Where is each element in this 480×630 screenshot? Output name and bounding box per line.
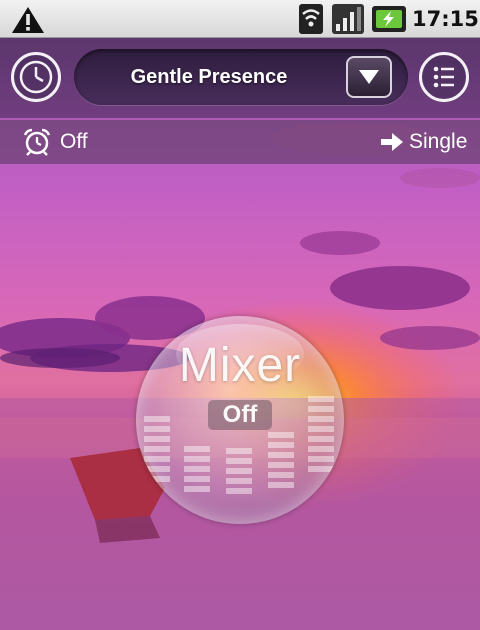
alarm-status-label: Off — [60, 130, 88, 153]
list-icon — [433, 66, 454, 88]
signal-icon — [332, 4, 364, 34]
preset-selector[interactable]: Gentle Presence — [74, 49, 408, 105]
play-mode-toggle[interactable]: Single — [374, 124, 474, 160]
header-bar: Gentle Presence — [0, 38, 480, 118]
triangle-down-icon — [359, 70, 379, 84]
mixer-button[interactable]: Mixer Off — [136, 316, 344, 524]
arrow-right-icon — [381, 133, 403, 151]
alarm-toggle[interactable]: Off — [18, 124, 118, 160]
preset-name: Gentle Presence — [130, 66, 288, 88]
mixer-title: Mixer — [178, 339, 302, 392]
status-bar: 17:15 — [0, 0, 480, 38]
battery-charging-icon — [372, 6, 406, 32]
wifi-icon — [299, 4, 323, 34]
sub-bar: Off Single — [0, 120, 480, 164]
status-time: 17:15 — [412, 7, 479, 31]
timer-button[interactable] — [11, 52, 61, 102]
mixer-status-badge: Off — [208, 400, 272, 430]
alarm-clock-icon — [23, 128, 51, 156]
playlist-button[interactable] — [419, 52, 469, 102]
play-mode-label: Single — [409, 130, 468, 153]
clock-icon — [19, 60, 53, 94]
preset-dropdown-button[interactable] — [346, 56, 392, 98]
warning-icon — [12, 7, 44, 33]
